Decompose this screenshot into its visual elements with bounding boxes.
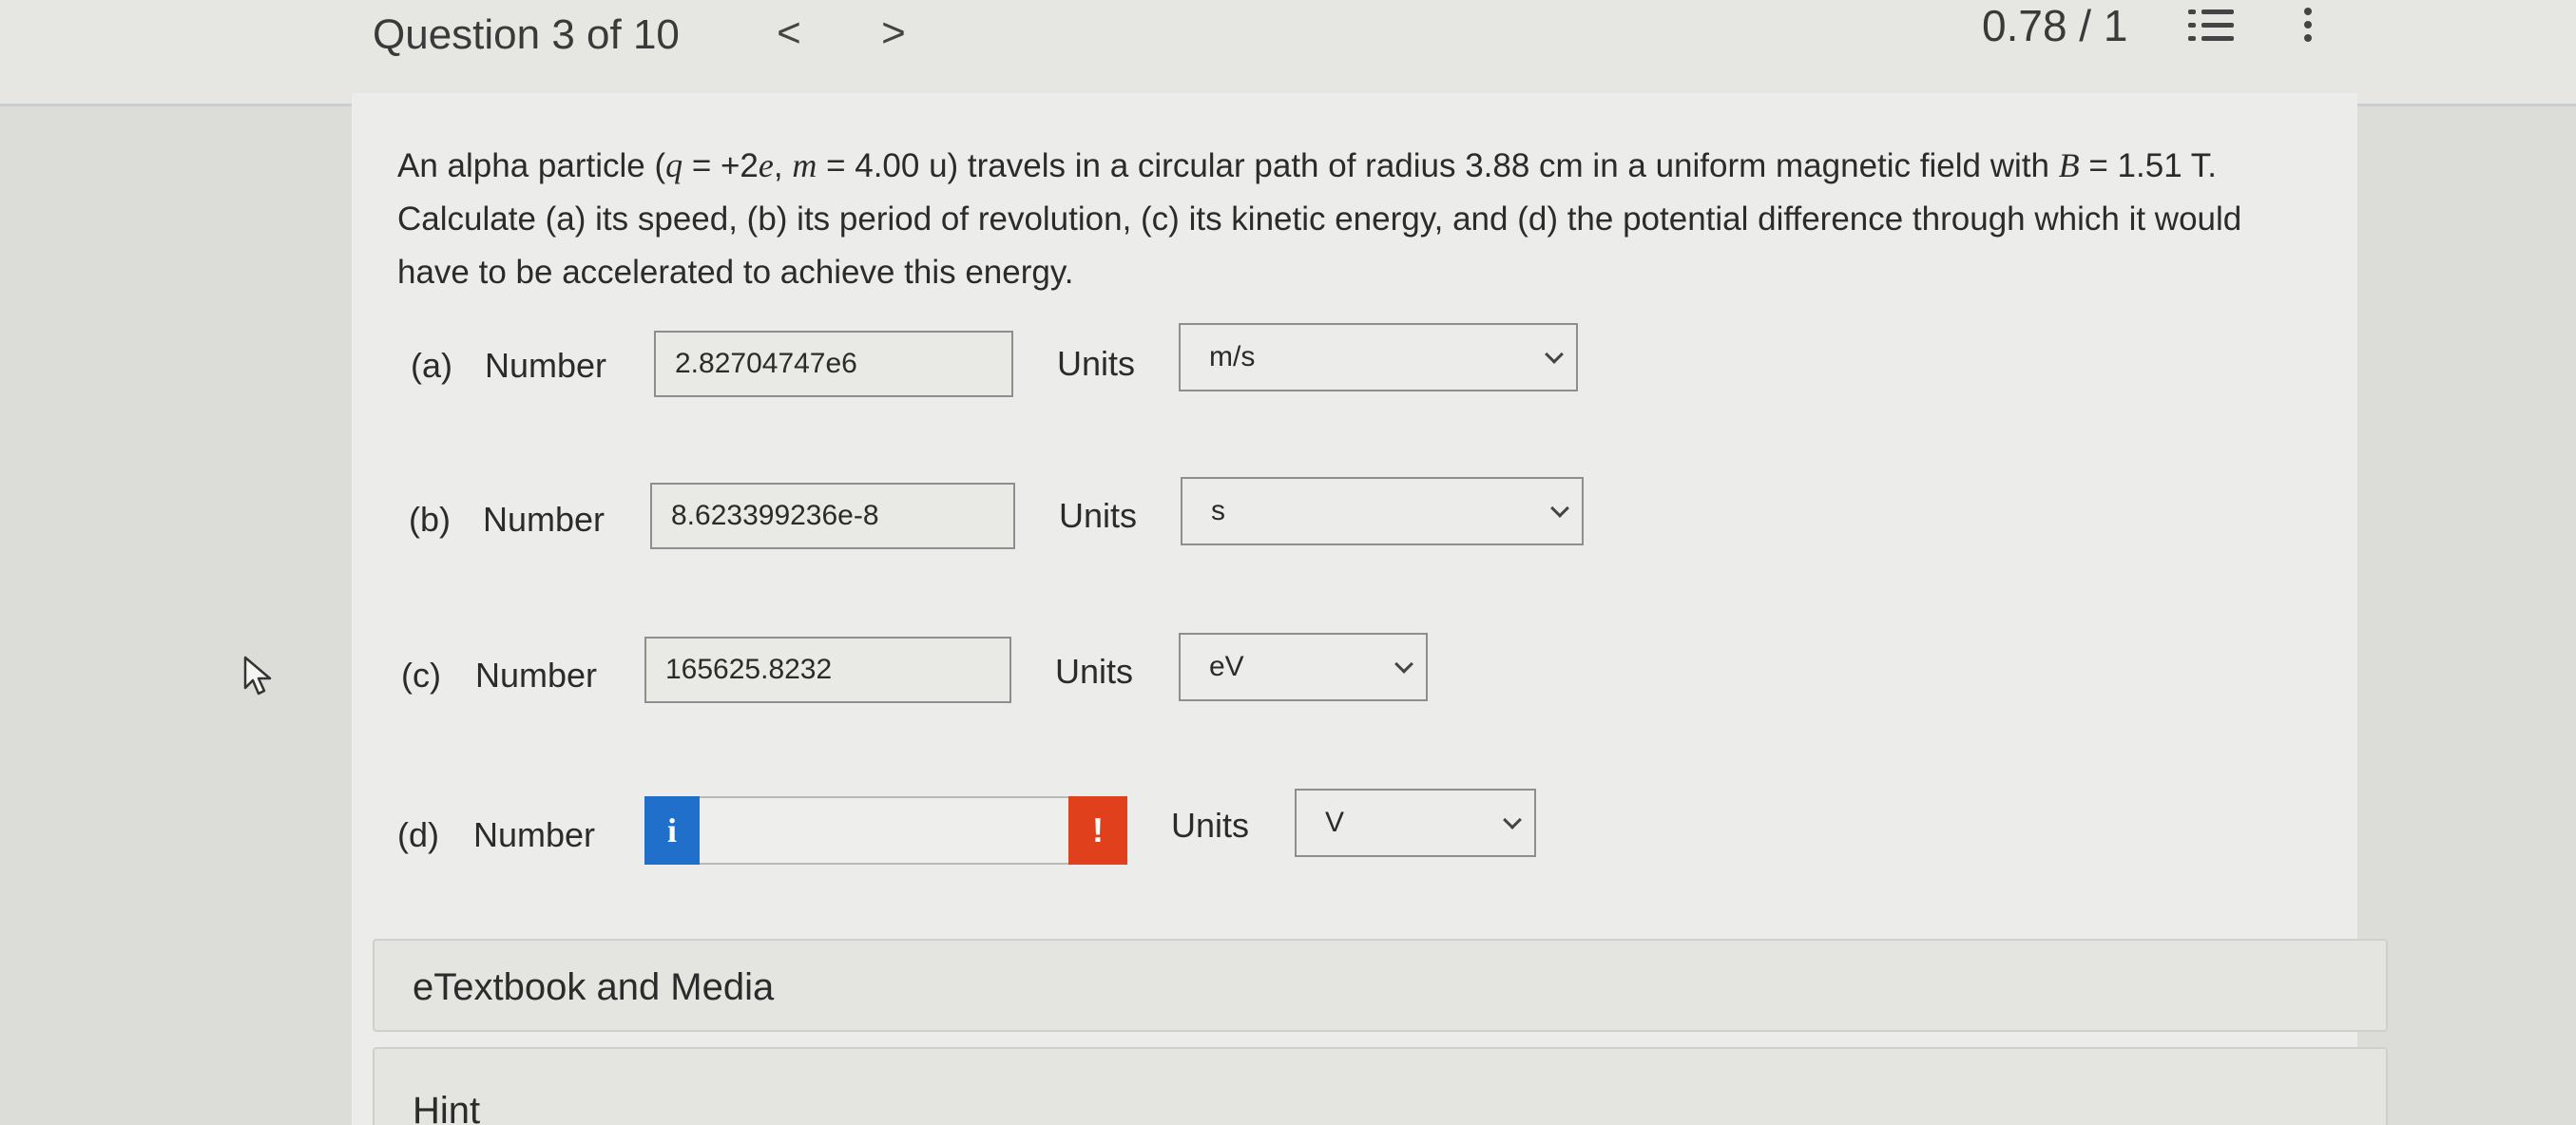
part-d-label: (d) bbox=[397, 815, 439, 854]
warning-icon[interactable]: ! bbox=[1068, 796, 1127, 865]
numbered-list-icon[interactable] bbox=[2188, 4, 2236, 46]
part-b-label: (b) bbox=[409, 500, 451, 539]
part-b-number-label: Number bbox=[483, 500, 606, 539]
part-c-unit-value: eV bbox=[1209, 651, 1244, 682]
top-bar: Question 3 of 10 < > 0.78 / 1 bbox=[0, 0, 2576, 106]
part-d-units-select[interactable]: V bbox=[1295, 789, 1536, 857]
part-b-units-label: Units bbox=[1059, 496, 1138, 535]
part-c-number-label: Number bbox=[475, 656, 598, 695]
hint-section[interactable]: Hint bbox=[373, 1047, 2388, 1125]
part-b-number-input[interactable]: 8.623399236e-8 bbox=[650, 483, 1015, 549]
part-c-label: (c) bbox=[401, 656, 441, 695]
info-icon[interactable]: i bbox=[644, 796, 700, 865]
part-d-units-label: Units bbox=[1171, 806, 1250, 845]
part-a-units-select[interactable]: m/s bbox=[1179, 323, 1578, 391]
part-b-units-select[interactable]: s bbox=[1181, 477, 1584, 545]
chevron-down-icon bbox=[1545, 345, 1564, 364]
part-d-number-label: Number bbox=[473, 815, 596, 854]
part-d-unit-value: V bbox=[1325, 807, 1345, 838]
chevron-right-icon[interactable]: > bbox=[875, 10, 913, 57]
part-c-units-select[interactable]: eV bbox=[1179, 633, 1428, 701]
question-text: An alpha particle (q = +2e, m = 4.00 u) … bbox=[397, 146, 2242, 291]
part-c-number-input[interactable]: 165625.8232 bbox=[644, 637, 1011, 703]
part-a-number-label: Number bbox=[485, 346, 607, 385]
part-a-unit-value: m/s bbox=[1209, 341, 1256, 372]
chevron-down-icon bbox=[1503, 810, 1522, 829]
part-a-units-label: Units bbox=[1057, 344, 1136, 383]
part-d-number-input[interactable] bbox=[700, 796, 1068, 865]
part-a-number-input[interactable]: 2.82704747e6 bbox=[654, 331, 1013, 397]
question-counter: Question 3 of 10 bbox=[373, 11, 680, 58]
chevron-down-icon bbox=[1550, 499, 1569, 518]
more-vertical-icon[interactable] bbox=[2298, 4, 2317, 46]
part-a-label: (a) bbox=[411, 346, 452, 385]
etextbook-media-section[interactable]: eTextbook and Media bbox=[373, 939, 2388, 1032]
score-display: 0.78 / 1 bbox=[1982, 1, 2128, 50]
chevron-left-icon[interactable]: < bbox=[770, 10, 808, 57]
part-b-unit-value: s bbox=[1211, 495, 1225, 526]
cursor-icon bbox=[243, 656, 272, 696]
part-c-units-label: Units bbox=[1055, 652, 1134, 691]
chevron-down-icon bbox=[1394, 655, 1413, 674]
